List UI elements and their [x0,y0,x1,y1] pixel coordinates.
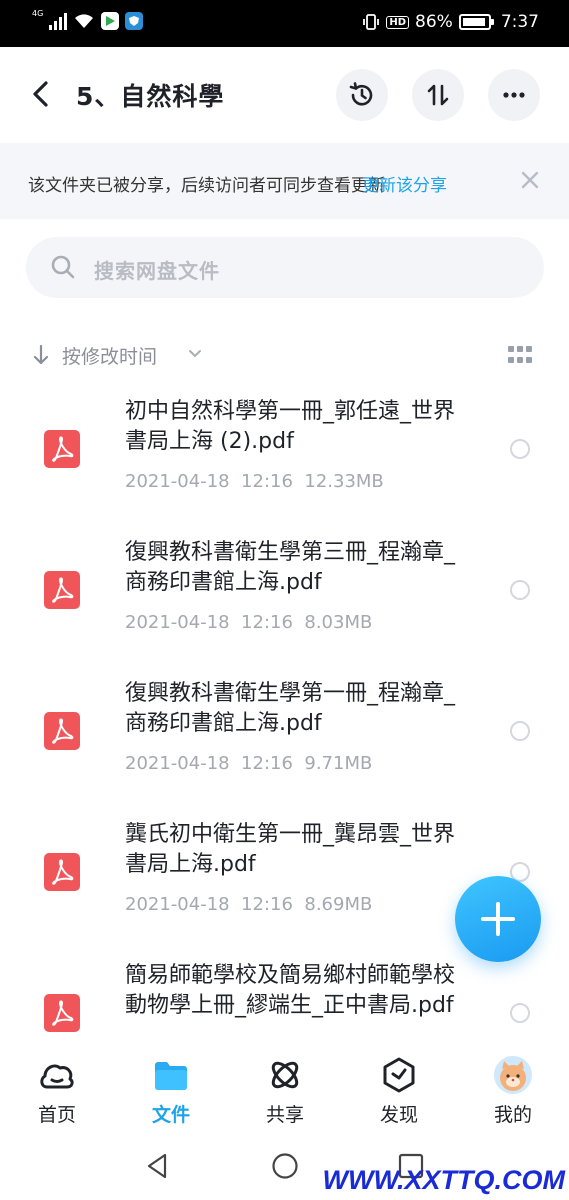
network-type: 4G [32,8,44,18]
wifi-icon [75,14,94,28]
share-banner: 该文件夹已被分享，后续访问者可同步查看更新 更新该分享 [0,143,569,219]
nav-label: 文件 [151,1104,190,1126]
battery-percent: 86% [415,12,453,32]
status-right: HD 86% 7:37 [362,12,539,32]
plus-icon [481,902,515,936]
status-bar: 4G HD 86% 7:37 [0,0,569,47]
more-button[interactable] [488,69,540,121]
add-button[interactable] [455,876,541,962]
nav-label: 发现 [379,1104,418,1126]
sort-selector[interactable]: 按修改时间 [62,342,157,369]
history-icon [349,82,373,106]
file-meta: 2021-04-18 12:16 12.33MB [125,471,384,492]
grid-view-icon[interactable] [508,346,532,364]
search-placeholder: 搜索网盘文件 [94,259,220,283]
list-item[interactable]: 簡易師範學校及簡易鄉村師範學校動物學上冊_繆端生_正中書局.pdf [0,949,569,1035]
select-checkbox[interactable] [510,721,530,741]
search-icon [51,255,75,279]
list-item[interactable]: 初中自然科學第一冊_郭任遠_世界書局上海 (2).pdf 2021-04-18 … [0,385,569,526]
file-name: 龔氏初中衛生第一冊_龔昂雲_世界書局上海.pdf [125,822,456,877]
hd-badge: HD [386,15,410,29]
pdf-file-icon [44,853,80,891]
nav-share[interactable]: 共享 [228,1035,342,1133]
pdf-file-icon [44,712,80,750]
pdf-file-icon [44,571,80,609]
clock: 7:37 [500,12,539,32]
play-store-icon [101,12,120,30]
nav-label: 首页 [37,1104,76,1126]
back-arrow-icon[interactable] [24,77,58,111]
pdf-file-icon [44,994,80,1032]
transfer-button[interactable] [412,69,464,121]
list-item[interactable]: 復興教科書衛生學第三冊_程瀚章_商務印書館上海.pdf 2021-04-18 1… [0,526,569,667]
watermark: WWW.XXTTQ.COM [322,1165,565,1195]
status-left: 4G [32,8,144,30]
sort-down-arrow-icon [33,344,49,365]
file-meta: 2021-04-18 12:16 8.03MB [125,612,373,633]
system-nav-bar: WWW.XXTTQ.COM [0,1133,569,1200]
more-icon [503,92,525,98]
list-item[interactable]: 復興教科書衛生學第一冊_程瀚章_商務印書館上海.pdf 2021-04-18 1… [0,667,569,808]
avatar-icon [494,1056,532,1094]
sort-row: 按修改时间 [0,336,569,376]
file-name: 簡易師範學校及簡易鄉村師範學校動物學上冊_繆端生_正中書局.pdf [125,963,456,1018]
signal-icon [49,12,68,30]
file-name: 復興教科書衛生學第三冊_程瀚章_商務印書館上海.pdf [125,540,456,595]
app-header: 5、自然科學 [0,47,569,143]
select-checkbox[interactable] [510,439,530,459]
select-checkbox[interactable] [510,580,530,600]
file-name: 復興教科書衛生學第一冊_程瀚章_商務印書館上海.pdf [125,681,456,736]
bottom-nav: 首页 文件 共享 发现 我的 [0,1035,569,1133]
file-meta: 2021-04-18 12:16 9.71MB [125,753,373,774]
back-triangle-icon[interactable] [143,1151,173,1181]
nav-label: 我的 [493,1104,532,1126]
search-input[interactable]: 搜索网盘文件 [26,237,544,298]
page-title: 5、自然科學 [76,82,225,111]
transfer-icon [427,84,449,106]
nav-discover[interactable]: 发现 [342,1035,456,1133]
compass-icon [383,1057,415,1093]
select-checkbox[interactable] [510,1003,530,1023]
vibrate-icon [363,14,380,30]
file-name: 初中自然科學第一冊_郭任遠_世界書局上海 (2).pdf [125,399,456,454]
folder-icon [155,1062,187,1090]
home-circle-icon[interactable] [270,1151,300,1181]
banner-text: 该文件夹已被分享，后续访问者可同步查看更新 [28,176,385,196]
pdf-file-icon [44,430,80,468]
atom-icon [271,1061,299,1089]
update-share-link[interactable]: 更新该分享 [362,171,447,196]
nav-me[interactable]: 我的 [456,1035,569,1133]
file-meta: 2021-04-18 12:16 8.69MB [125,894,373,915]
battery-icon [458,14,494,30]
nav-files[interactable]: 文件 [114,1035,228,1133]
nav-label: 共享 [265,1104,304,1126]
close-icon[interactable] [517,167,543,193]
shield-app-icon [125,12,144,30]
nav-home[interactable]: 首页 [0,1035,114,1133]
cloud-icon [40,1064,74,1089]
chevron-down-icon[interactable] [188,349,202,359]
history-button[interactable] [336,69,388,121]
